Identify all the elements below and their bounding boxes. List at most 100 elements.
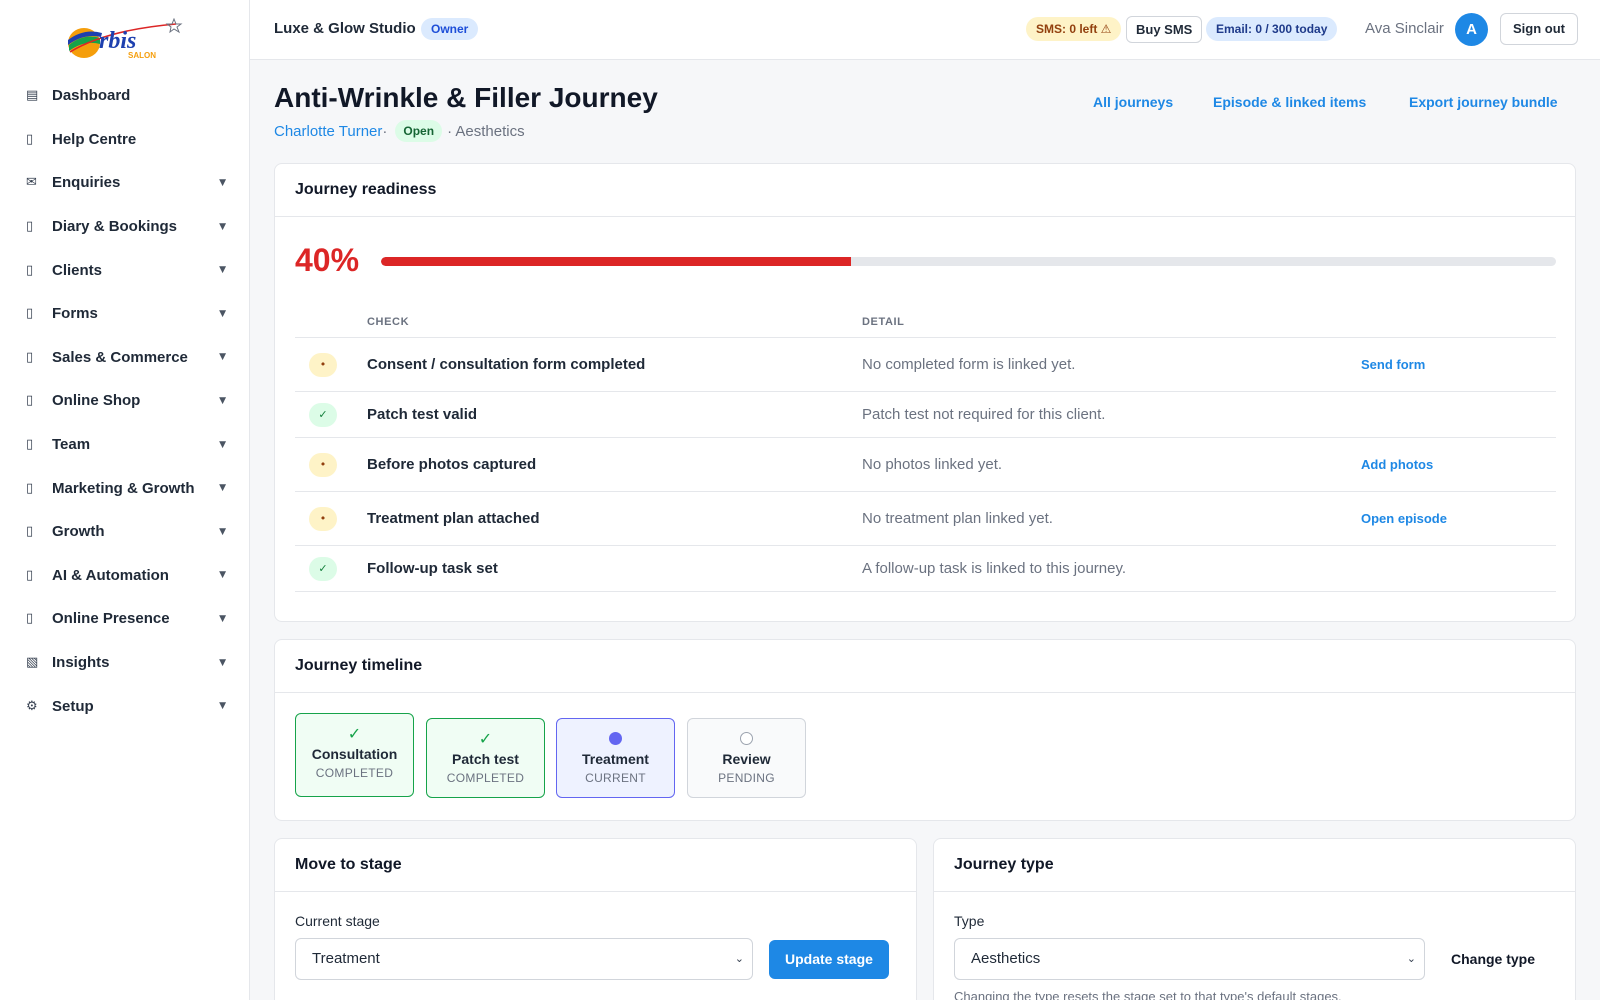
- stage-state: COMPLETED: [446, 771, 525, 785]
- sidebar-item-label: Dashboard: [52, 87, 131, 105]
- stage-name: Consultation: [311, 746, 398, 762]
- sidebar-item-label: Sales & Commerce: [52, 348, 188, 366]
- current-stage-value: Treatment: [312, 950, 380, 967]
- episode-linked-items-link[interactable]: Episode & linked items: [1213, 94, 1366, 110]
- check-icon: ✓: [309, 557, 337, 581]
- sidebar-item-team[interactable]: ▯ Team ▼: [0, 423, 250, 467]
- studio-name[interactable]: Luxe & Glow Studio: [274, 20, 416, 37]
- sidebar-item-diary-bookings[interactable]: ▯ Diary & Bookings ▼: [0, 205, 250, 249]
- readiness-percent: 40%: [295, 242, 360, 278]
- check-name: Treatment plan attached: [367, 510, 540, 527]
- check-detail: No completed form is linked yet.: [862, 356, 1076, 373]
- sidebar-item-label: Clients: [52, 261, 103, 279]
- journey-type-value: Aesthetics: [971, 950, 1041, 967]
- sidebar-item-setup[interactable]: ⚙ Setup ▼: [0, 684, 250, 728]
- current-stage-select[interactable]: Treatment ⌄: [295, 938, 753, 980]
- sidebar-item-label: AI & Automation: [52, 566, 169, 584]
- journey-type-select[interactable]: Aesthetics ⌄: [954, 938, 1425, 980]
- sidebar-item-label: Setup: [52, 697, 94, 715]
- sidebar-item-label: Diary & Bookings: [52, 218, 178, 236]
- sidebar-item-label: Growth: [52, 523, 105, 541]
- sidebar-nav: ▤ Dashboard ▯ Help Centre ✉ Enquiries ▼ ▯ Diary …: [0, 74, 250, 728]
- stage-consultation[interactable]: ✓ Consultation COMPLETED: [295, 713, 414, 797]
- stage-name: Review: [722, 751, 771, 767]
- marketing-icon: ▯: [26, 480, 34, 496]
- update-stage-button[interactable]: Update stage: [769, 940, 889, 979]
- readiness-progress-bar: [381, 257, 1556, 266]
- export-journey-bundle-link[interactable]: Export journey bundle: [1409, 94, 1558, 110]
- clients-icon: ▯: [26, 262, 34, 278]
- forms-icon: ▯: [26, 306, 34, 322]
- stage-treatment[interactable]: Treatment CURRENT: [556, 718, 675, 798]
- change-type-button[interactable]: Change type: [1439, 940, 1547, 979]
- table-row: • Before photos captured No photos linked …: [295, 438, 1556, 492]
- check-name: Before photos captured: [367, 456, 537, 473]
- user-name[interactable]: Ava Sinclair: [1365, 20, 1444, 37]
- sidebar-item-enquiries[interactable]: ✉ Enquiries ▼: [0, 161, 250, 205]
- check-icon: ✓: [347, 724, 362, 743]
- all-journeys-link[interactable]: All journeys: [1093, 94, 1173, 110]
- chevron-down-icon: ▼: [219, 701, 226, 712]
- check-name: Consent / consultation form completed: [367, 356, 646, 373]
- readiness-progress-fill: [381, 257, 851, 266]
- sidebar-item-label: Marketing & Growth: [52, 479, 195, 497]
- sign-out-button[interactable]: Sign out: [1500, 13, 1578, 45]
- stage-review[interactable]: Review PENDING: [687, 718, 806, 798]
- journey-timeline-card: Journey timeline ✓ Consultation COMPLETED ✓…: [274, 639, 1576, 821]
- journey-type-card: Journey type Type Aesthetics ⌄ Change ty…: [933, 838, 1576, 1000]
- chevron-down-icon: ▼: [219, 613, 226, 624]
- journey-subline: Charlotte Turner · Open · Aesthetics: [274, 120, 525, 142]
- brand-logo[interactable]: rbis SALON: [66, 17, 186, 64]
- current-stage-label: Current stage: [295, 913, 380, 929]
- chevron-down-icon: ▼: [219, 439, 226, 450]
- stage-marker: [557, 729, 674, 749]
- svg-text:SALON: SALON: [128, 51, 156, 60]
- mail-icon: ✉: [26, 175, 37, 191]
- buy-sms-button[interactable]: Buy SMS: [1126, 16, 1203, 43]
- pending-dot-icon: •: [309, 353, 337, 377]
- chevron-down-icon: ▼: [219, 221, 226, 232]
- sidebar-item-help-centre[interactable]: ▯ Help Centre: [0, 118, 250, 162]
- sidebar-item-label: Online Shop: [52, 392, 141, 410]
- sidebar-item-sales-commerce[interactable]: ▯ Sales & Commerce ▼: [0, 336, 250, 380]
- shop-icon: ▯: [26, 393, 34, 409]
- sidebar-item-clients[interactable]: ▯ Clients ▼: [0, 248, 250, 292]
- sidebar-item-marketing-growth[interactable]: ▯ Marketing & Growth ▼: [0, 466, 250, 510]
- growth-icon: ▯: [26, 524, 34, 540]
- sidebar-item-forms[interactable]: ▯ Forms ▼: [0, 292, 250, 336]
- move-to-stage-card: Move to stage Current stage Treatment ⌄ …: [274, 838, 917, 1000]
- open-episode-link[interactable]: Open episode: [1361, 511, 1447, 526]
- chevron-down-icon: ▼: [219, 570, 226, 581]
- readiness-checks-table: CHECK DETAIL • Consent / consultation for…: [295, 302, 1556, 592]
- chevron-down-icon: ▼: [219, 177, 226, 188]
- chevron-down-icon: ▼: [219, 352, 226, 363]
- check-detail: No photos linked yet.: [862, 456, 1003, 473]
- sidebar-item-label: Help Centre: [52, 130, 137, 148]
- sidebar-item-online-presence[interactable]: ▯ Online Presence ▼: [0, 597, 250, 641]
- sidebar-item-label: Team: [52, 436, 91, 454]
- chevron-down-icon: ▼: [219, 657, 226, 668]
- check-name: Patch test valid: [367, 406, 478, 423]
- chevron-down-icon: ▼: [219, 483, 226, 494]
- avatar[interactable]: A: [1455, 13, 1488, 46]
- chevron-down-icon: ⌄: [1406, 952, 1416, 965]
- sidebar-item-online-shop[interactable]: ▯ Online Shop ▼: [0, 379, 250, 423]
- sms-credit-badge[interactable]: SMS: 0 left ⚠: [1026, 17, 1122, 41]
- chevron-down-icon: ▼: [219, 308, 226, 319]
- sidebar-item-dashboard[interactable]: ▤ Dashboard: [0, 74, 250, 118]
- client-link[interactable]: Charlotte Turner: [274, 123, 382, 140]
- stage-patch-test[interactable]: ✓ Patch test COMPLETED: [426, 718, 545, 798]
- add-photos-link[interactable]: Add photos: [1361, 457, 1433, 472]
- sidebar-item-ai-automation[interactable]: ▯ AI & Automation ▼: [0, 554, 250, 598]
- pending-dot-icon: •: [309, 507, 337, 531]
- table-row: ✓ Follow-up task set A follow-up task is l…: [295, 546, 1556, 592]
- sidebar-item-growth[interactable]: ▯ Growth ▼: [0, 510, 250, 554]
- insights-icon: ▧: [26, 655, 39, 671]
- send-form-link[interactable]: Send form: [1361, 357, 1425, 372]
- sidebar-item-label: Enquiries: [52, 174, 121, 192]
- logo-graphic: rbis SALON: [68, 17, 183, 60]
- pending-circle-icon: [740, 732, 753, 745]
- sidebar-item-insights[interactable]: ▧ Insights ▼: [0, 641, 250, 685]
- status-badge: Open: [395, 120, 443, 142]
- sidebar: rbis SALON ▤ Dashboard ▯ Help Centre ✉ Enquir…: [0, 0, 250, 1000]
